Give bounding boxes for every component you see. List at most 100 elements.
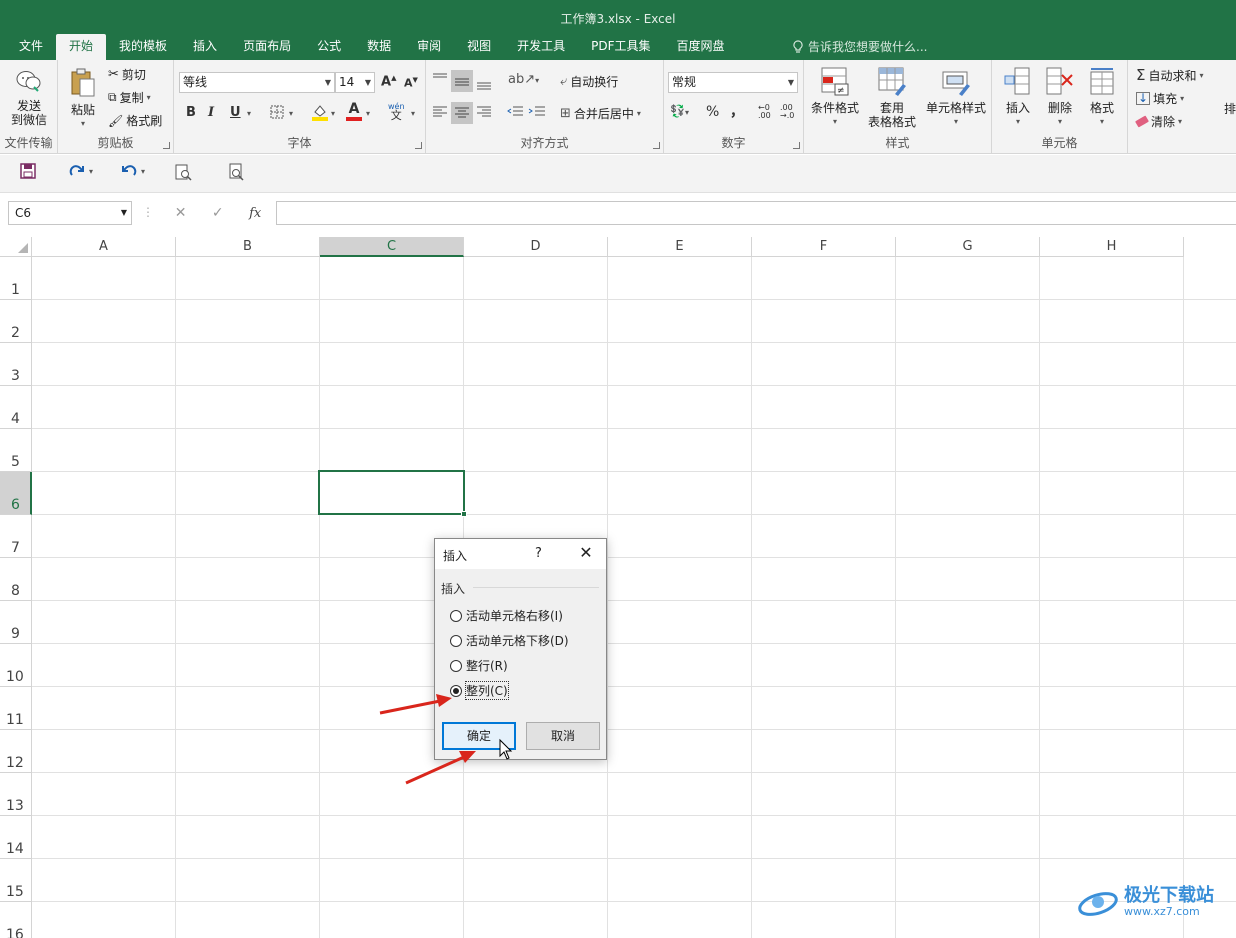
underline-dropdown-icon[interactable]: ▾ [247, 109, 251, 118]
column-header-b[interactable]: B [176, 237, 320, 257]
align-top-icon[interactable] [432, 72, 448, 86]
cancel-entry-icon[interactable]: ✕ [175, 205, 187, 221]
formula-bar-splitter[interactable]: ⋮ [142, 205, 154, 219]
cancel-button[interactable]: 取消 [526, 722, 600, 750]
radio-entire-row[interactable] [450, 659, 462, 672]
decrease-indent-icon[interactable] [506, 105, 524, 119]
autosum-button[interactable]: Σ 自动求和 ▾ [1136, 66, 1204, 84]
align-right-icon[interactable] [476, 105, 492, 119]
number-launcher-icon[interactable] [793, 142, 800, 149]
delete-cells-button[interactable]: 删除 ▾ [1040, 66, 1080, 129]
column-header-d[interactable]: D [464, 237, 608, 257]
row-header-13[interactable]: 13 [0, 773, 32, 816]
clear-button[interactable]: 清除 ▾ [1135, 113, 1182, 130]
clear-dropdown-icon[interactable]: ▾ [1178, 117, 1182, 126]
sort-filter-button[interactable]: 排 [1224, 100, 1236, 117]
print-preview-button[interactable] [174, 163, 192, 181]
tab-baidu-netdisk[interactable]: 百度网盘 [664, 34, 738, 60]
fill-color-dropdown-icon[interactable]: ▾ [331, 109, 335, 118]
worksheet-grid[interactable]: ABCDEFGH 1 2 3 4 5 6 7 8 9 10 11 12 13 14 15 16 [0, 237, 1236, 938]
row-header-15[interactable]: 15 [0, 859, 32, 902]
border-icon[interactable] [269, 104, 285, 120]
tab-review[interactable]: 审阅 [404, 34, 454, 60]
page-zoom-button[interactable] [228, 163, 246, 181]
underline-button[interactable]: U [230, 105, 241, 120]
tab-file[interactable]: 文件 [6, 34, 56, 60]
column-header-e[interactable]: E [608, 237, 752, 257]
tab-developer[interactable]: 开发工具 [504, 34, 578, 60]
font-name-combo[interactable]: 等线 ▼ [179, 72, 335, 93]
comma-button[interactable]: ， [730, 101, 744, 121]
option-shift-down[interactable]: 活动单元格下移(D) [450, 632, 569, 649]
select-all-button[interactable] [0, 237, 32, 257]
align-middle-button[interactable] [451, 70, 473, 92]
row-header-16[interactable]: 16 [0, 902, 32, 938]
row-header-14[interactable]: 14 [0, 816, 32, 859]
insert-function-icon[interactable]: fx [249, 206, 261, 221]
undo-dropdown-icon[interactable]: ▾ [141, 167, 145, 176]
currency-icon[interactable]: 💱▾ [670, 104, 689, 118]
row-header-8[interactable]: 8 [0, 558, 32, 601]
name-box-dropdown-icon[interactable]: ▼ [121, 202, 127, 224]
send-to-wechat-button[interactable]: 发送 到微信 [6, 68, 52, 127]
fill-dropdown-icon[interactable]: ▾ [1180, 94, 1184, 103]
tab-my-templates[interactable]: 我的模板 [106, 34, 180, 60]
cut-button[interactable]: ✂ 剪切 [108, 66, 146, 83]
tab-view[interactable]: 视图 [454, 34, 504, 60]
paste-button[interactable]: 粘贴 ▾ [66, 68, 100, 131]
active-cell-c6[interactable] [318, 470, 467, 517]
decrease-font-icon[interactable]: A▼ [404, 76, 418, 90]
autosum-dropdown-icon[interactable]: ▾ [1200, 71, 1204, 80]
number-format-combo[interactable]: 常规 ▼ [668, 72, 798, 93]
radio-entire-column[interactable] [450, 684, 462, 697]
option-entire-row[interactable]: 整行(R) [450, 657, 508, 674]
cell-styles-button[interactable]: 单元格样式 ▾ [922, 66, 990, 129]
copy-button[interactable]: ⧉ 复制 ▾ [108, 89, 151, 106]
option-shift-right[interactable]: 活动单元格右移(I) [450, 607, 563, 624]
tab-data[interactable]: 数据 [354, 34, 404, 60]
undo-button[interactable]: ▾ [120, 163, 145, 179]
option-entire-column[interactable]: 整列(C) [450, 681, 509, 700]
radio-shift-right[interactable] [450, 609, 462, 622]
fill-button[interactable]: ↓ 填充 ▾ [1136, 90, 1184, 107]
fill-handle[interactable] [461, 511, 467, 517]
align-bottom-icon[interactable] [476, 74, 492, 90]
format-cells-button[interactable]: 格式 ▾ [1082, 66, 1122, 129]
row-header-1[interactable]: 1 [0, 257, 32, 300]
align-center-button[interactable] [451, 102, 473, 124]
paste-dropdown-icon[interactable]: ▾ [66, 117, 100, 131]
merge-center-button[interactable]: ⊞ 合并后居中 ▾ [560, 105, 641, 122]
row-header-12[interactable]: 12 [0, 730, 32, 773]
row-header-10[interactable]: 10 [0, 644, 32, 687]
row-header-6[interactable]: 6 [0, 472, 32, 515]
tab-page-layout[interactable]: 页面布局 [230, 34, 304, 60]
orientation-icon[interactable]: ab↗▾ [508, 72, 539, 87]
increase-decimal-icon[interactable]: ←0.00 [758, 104, 771, 120]
row-header-5[interactable]: 5 [0, 429, 32, 472]
copy-dropdown-icon[interactable]: ▾ [147, 93, 151, 102]
name-box[interactable]: C6 ▼ [8, 201, 132, 225]
row-header-2[interactable]: 2 [0, 300, 32, 343]
help-icon[interactable]: ? [535, 546, 542, 561]
formula-input[interactable] [276, 201, 1236, 225]
clipboard-launcher-icon[interactable] [163, 142, 170, 149]
phonetic-guide-icon[interactable]: wén 文 [388, 102, 405, 121]
fill-color-icon[interactable] [311, 103, 329, 121]
increase-indent-icon[interactable] [528, 105, 546, 119]
close-icon[interactable]: ✕ [575, 542, 597, 564]
align-left-icon[interactable] [432, 105, 448, 119]
phonetic-dropdown-icon[interactable]: ▾ [411, 109, 415, 118]
tab-home[interactable]: 开始 [56, 34, 107, 60]
row-header-9[interactable]: 9 [0, 601, 32, 644]
format-as-table-button[interactable]: 套用 表格格式 [862, 66, 922, 129]
wrap-text-button[interactable]: ⤶ 自动换行 [560, 73, 618, 90]
radio-shift-down[interactable] [450, 634, 462, 647]
row-header-7[interactable]: 7 [0, 515, 32, 558]
redo-button[interactable]: ▾ [68, 163, 93, 179]
column-header-c[interactable]: C [320, 237, 464, 257]
font-color-dropdown-icon[interactable]: ▾ [366, 109, 370, 118]
confirm-entry-icon[interactable]: ✓ [212, 205, 224, 221]
column-header-g[interactable]: G [896, 237, 1040, 257]
row-header-11[interactable]: 11 [0, 687, 32, 730]
tell-me-box[interactable]: 告诉我您想要做什么... [792, 38, 927, 55]
